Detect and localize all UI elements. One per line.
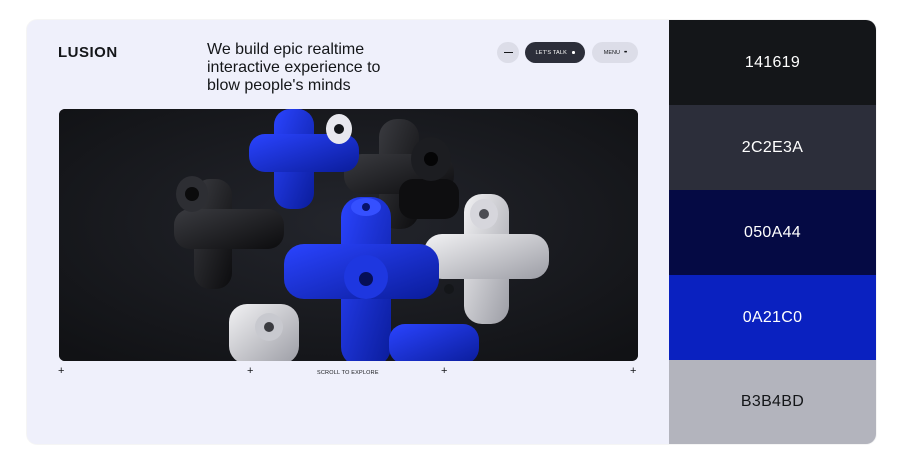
site-logo[interactable]: LUSION bbox=[58, 44, 118, 61]
plus-icon: + bbox=[247, 365, 254, 377]
plus-icon: + bbox=[630, 365, 637, 377]
dot-icon bbox=[572, 51, 575, 54]
swatch-label: 2C2E3A bbox=[741, 138, 804, 156]
color-swatch[interactable]: 2C2E3A bbox=[669, 105, 876, 190]
headline-line: We build epic realtime bbox=[207, 41, 365, 58]
swatch-label: 050A44 bbox=[744, 223, 801, 241]
color-palette: 141619 2C2E3A 050A44 0A21C0 B3B4BD bbox=[669, 20, 876, 444]
menu-dots-icon: •• bbox=[624, 49, 627, 56]
cross-shape-white bbox=[229, 304, 299, 361]
swatch-label: B3B4BD bbox=[740, 393, 805, 410]
lets-talk-button[interactable]: LET'S TALK bbox=[525, 42, 585, 63]
website-preview: LUSION We build epic realtime interactiv… bbox=[27, 20, 669, 444]
swatch-label: 141619 bbox=[744, 53, 801, 71]
hero-3d-image bbox=[59, 109, 638, 361]
swatch-label: 0A21C0 bbox=[742, 308, 803, 326]
headline-line: blow people's minds bbox=[207, 77, 351, 94]
lets-talk-label: LET'S TALK bbox=[535, 49, 568, 56]
scroll-to-explore[interactable]: SCROLL TO EXPLORE bbox=[317, 370, 379, 376]
cross-shape-blue bbox=[389, 324, 479, 361]
color-swatch[interactable]: 141619 bbox=[669, 20, 876, 105]
minus-icon bbox=[503, 51, 513, 54]
showcase-card: LUSION We build epic realtime interactiv… bbox=[27, 20, 876, 444]
hero-headline: We build epic realtime interactive exper… bbox=[207, 41, 437, 95]
color-swatch[interactable]: 050A44 bbox=[669, 190, 876, 275]
menu-label: MENU bbox=[603, 49, 620, 56]
color-swatch[interactable]: B3B4BD bbox=[669, 360, 876, 444]
minus-button[interactable] bbox=[497, 42, 519, 63]
headline-line: interactive experience to bbox=[207, 59, 381, 76]
plus-icon: + bbox=[58, 365, 65, 377]
color-swatch[interactable]: 0A21C0 bbox=[669, 275, 876, 360]
plus-icon: + bbox=[441, 365, 448, 377]
menu-button[interactable]: MENU •• bbox=[592, 42, 638, 63]
